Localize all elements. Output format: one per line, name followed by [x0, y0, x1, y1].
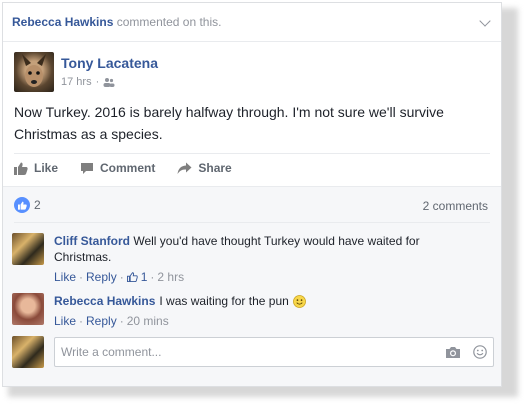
comment-actions: Like · Reply · 20 mins	[54, 313, 474, 329]
like-reaction-icon	[14, 197, 30, 213]
comment-reply-link[interactable]: Reply	[86, 269, 117, 285]
comment-item: Cliff Stanford Well you'd have thought T…	[12, 233, 474, 285]
reaction-summary[interactable]: 2	[14, 197, 41, 213]
meta-separator: ·	[95, 76, 100, 88]
divider	[14, 153, 490, 154]
share-arrow-icon	[177, 162, 192, 174]
avatar[interactable]	[12, 293, 44, 325]
comment-timestamp[interactable]: 2 hrs	[157, 269, 184, 285]
divider	[3, 41, 501, 42]
speech-bubble-icon	[81, 162, 94, 174]
comment-item: Rebecca Hawkins I was waiting for the pu…	[12, 293, 474, 329]
like-button-label: Like	[34, 161, 59, 175]
separator: ·	[119, 270, 124, 284]
comment-button[interactable]: Comment	[80, 161, 155, 175]
author-avatar[interactable]	[14, 52, 54, 92]
comment-like-link[interactable]: Like	[54, 313, 76, 329]
separator: ·	[119, 314, 124, 328]
activity-header: Rebecca Hawkins commented on this.	[12, 15, 221, 29]
separator: ·	[79, 270, 84, 284]
share-button-label: Share	[198, 161, 232, 175]
comment-actions: Like · Reply · 1 · 2 hrs	[54, 269, 474, 285]
divider	[3, 186, 501, 187]
comment-like-count[interactable]: 1	[141, 269, 148, 285]
post-text: Now Turkey. 2016 is barely halfway throu…	[14, 104, 444, 142]
separator: ·	[150, 270, 155, 284]
header-suffix: commented on this.	[116, 15, 222, 29]
post-actions: Like Comment Share	[14, 161, 232, 175]
comment-composer: Write a comment...	[12, 336, 494, 368]
avatar	[12, 336, 44, 368]
comment-input[interactable]: Write a comment...	[54, 337, 494, 367]
camera-icon[interactable]	[445, 346, 461, 359]
separator: ·	[79, 314, 84, 328]
comment-input-placeholder: Write a comment...	[61, 345, 162, 359]
reaction-count: 2	[34, 198, 41, 212]
post-timestamp[interactable]: 17 hrs	[61, 76, 92, 88]
comment-reply-link[interactable]: Reply	[86, 313, 117, 329]
share-button[interactable]: Share	[177, 161, 232, 175]
smiley-emoji-icon	[292, 294, 306, 308]
comment-count-link[interactable]: 2 comments	[423, 199, 488, 213]
comment-text: I was waiting for the pun	[159, 294, 289, 308]
comment-timestamp[interactable]: 20 mins	[127, 313, 169, 329]
divider	[14, 222, 490, 223]
smiley-icon[interactable]	[473, 345, 487, 359]
comment-author-name[interactable]: Cliff Stanford	[54, 234, 130, 248]
thumbs-up-icon	[126, 272, 138, 282]
comment-like-link[interactable]: Like	[54, 269, 76, 285]
thumbs-up-icon	[14, 162, 28, 175]
post-meta: 17 hrs ·	[61, 76, 115, 88]
header-commenter-link[interactable]: Rebecca Hawkins	[12, 15, 113, 29]
comment-button-label: Comment	[100, 161, 156, 175]
post-card: Rebecca Hawkins commented on this. Tony …	[2, 2, 502, 387]
chevron-down-icon[interactable]	[479, 15, 491, 27]
post-author-name[interactable]: Tony Lacatena	[61, 55, 158, 71]
like-button[interactable]: Like	[14, 161, 58, 175]
avatar[interactable]	[12, 233, 44, 265]
friends-icon[interactable]	[103, 77, 115, 87]
comment-author-name[interactable]: Rebecca Hawkins	[54, 293, 155, 309]
